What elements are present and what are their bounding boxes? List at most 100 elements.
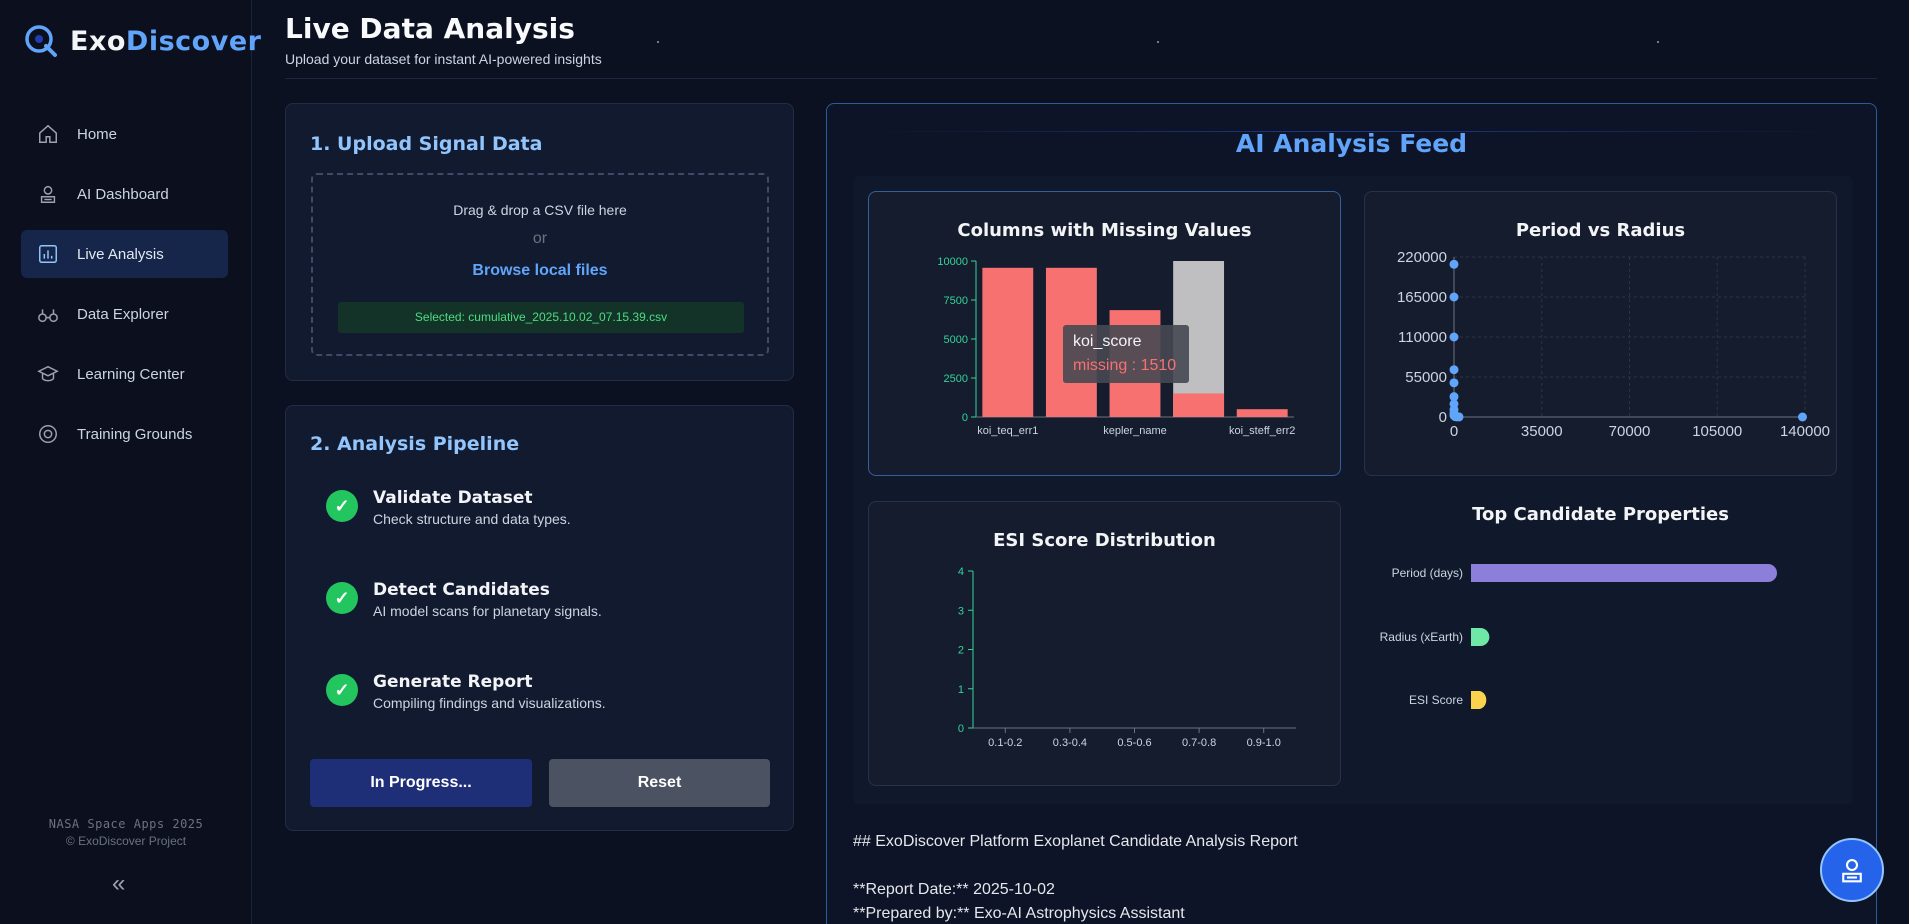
scatter-point: [1797, 412, 1807, 422]
dropzone-instruction: Drag & drop a CSV file here: [453, 202, 627, 218]
browse-files-link[interactable]: Browse local files: [313, 262, 767, 280]
scatter-point: [1449, 292, 1459, 302]
pipeline-title: 2. Analysis Pipeline: [310, 433, 520, 455]
chart-icon: [37, 243, 59, 265]
scatter-point: [1449, 365, 1459, 375]
x-tick-label: 0.5-0.6: [1117, 737, 1151, 749]
sidebar-item-label: Home: [77, 125, 118, 143]
brand-name: ExoDiscover: [70, 26, 261, 57]
bar-left-cap: [1471, 628, 1480, 646]
logo-icon: [25, 25, 57, 57]
x-tick-label: kepler_name: [1103, 425, 1167, 437]
bar: [1471, 564, 1777, 582]
analysis-feed-panel: AI Analysis Feed Columns with Missing Va…: [826, 103, 1877, 924]
x-tick-label: 0.9-1.0: [1247, 737, 1281, 749]
bar-left-cap: [1471, 564, 1480, 582]
bar-label: ESI Score: [1409, 693, 1463, 707]
feed-title: AI Analysis Feed: [1235, 129, 1468, 158]
in-progress-button[interactable]: In Progress...: [310, 759, 532, 807]
esi-distribution-chart-card[interactable]: ESI Score Distribution 0 1 2 3 4 0.1-0.2 0.3-0…: [868, 501, 1341, 786]
sidebar-item-label: Learning Center: [77, 365, 185, 383]
sidebar-item-label: Live Analysis: [77, 245, 164, 263]
chart-tooltip: koi_score missing : 1510: [1063, 325, 1189, 383]
esi-distribution-chart: 0 1 2 3 4 0.1-0.2 0.3-0.4 0.5-0.6 0.7-0.8 0.9-1.0: [958, 566, 1296, 749]
bar: [982, 267, 1034, 417]
sidebar-item-learning-center[interactable]: Learning Center: [21, 350, 228, 398]
assistant-icon: [1842, 858, 1862, 883]
file-dropzone[interactable]: Drag & drop a CSV file here or Browse lo…: [311, 173, 769, 356]
tooltip-value: missing : 1510: [1073, 357, 1177, 374]
reset-button[interactable]: Reset: [549, 759, 770, 807]
pipeline-card: 2. Analysis Pipeline ✓ Validate Dataset C…: [285, 405, 794, 831]
step-title: Validate Dataset: [373, 488, 533, 508]
missing-values-chart-card[interactable]: Columns with Missing Values 0 2500 5000 750…: [868, 191, 1341, 476]
y-tick-label: 0: [1439, 409, 1447, 426]
footer-event: NASA Space Apps 2025: [48, 817, 204, 831]
assistant-chat-button[interactable]: [1820, 838, 1884, 902]
scatter-point: [1449, 259, 1459, 269]
y-tick-label: 0: [958, 723, 964, 735]
checkmark-icon: ✓: [326, 490, 358, 522]
home-icon: [37, 123, 59, 145]
y-tick-label: 2: [958, 645, 964, 657]
checkmark-icon: ✓: [326, 674, 358, 706]
x-tick-label: 140000: [1780, 423, 1830, 440]
sidebar-item-training-grounds[interactable]: Training Grounds: [21, 410, 228, 458]
selected-file-badge: Selected: cumulative_2025.10.02_07.15.39…: [338, 302, 744, 333]
sidebar: ExoDiscover Home AI Dashboard Live Analy…: [0, 0, 261, 924]
y-tick-label: 110000: [1398, 329, 1447, 346]
sidebar-item-label: AI Dashboard: [77, 185, 169, 203]
analysis-report: ## ExoDiscover Platform Exoplanet Candid…: [853, 830, 1298, 924]
collapse-sidebar-icon[interactable]: «: [112, 870, 125, 898]
sidebar-nav: Home AI Dashboard Live Analysis Data Exp…: [21, 110, 228, 470]
x-tick-label: koi_steff_err2: [1229, 425, 1295, 437]
top-candidate-chart-card[interactable]: Top Candidate Properties Period (days) Ra…: [1364, 501, 1837, 786]
y-tick-label: 3: [958, 605, 964, 617]
brand-part-1: Exo: [70, 25, 126, 57]
y-tick-label: 7500: [944, 295, 968, 307]
star-dot: [1157, 41, 1159, 43]
header-divider: [285, 78, 1877, 79]
sidebar-item-live-analysis[interactable]: Live Analysis: [21, 230, 228, 278]
target-icon: [37, 423, 59, 445]
binoculars-icon: [37, 303, 59, 325]
report-author: **Prepared by:** Exo-AI Astrophysics Ass…: [853, 905, 1185, 922]
upload-card: 1. Upload Signal Data Drag & drop a CSV …: [285, 103, 794, 381]
sidebar-item-home[interactable]: Home: [21, 110, 228, 158]
bar-label: Radius (xEarth): [1380, 630, 1463, 644]
step-title: Generate Report: [373, 672, 533, 692]
app-root: ExoDiscover Home AI Dashboard Live Analy…: [0, 0, 1909, 924]
y-tick-label: 165000: [1397, 289, 1447, 306]
pipeline-step: ✓ Generate Report Compiling findings and …: [326, 672, 606, 711]
report-date: **Report Date:** 2025-10-02: [853, 881, 1055, 898]
scatter-point: [1449, 378, 1459, 388]
page-subtitle: Upload your dataset for instant AI-power…: [285, 51, 602, 67]
sidebar-item-data-explorer[interactable]: Data Explorer: [21, 290, 228, 338]
ai-dashboard-icon: [37, 183, 59, 205]
x-tick-label: 0.1-0.2: [988, 737, 1022, 749]
brand-logo[interactable]: ExoDiscover: [24, 24, 261, 58]
report-heading: ## ExoDiscover Platform Exoplanet Candid…: [853, 833, 1298, 850]
tooltip-title: koi_score: [1073, 333, 1142, 350]
star-dot: [657, 41, 659, 43]
bar-left-cap: [1471, 691, 1480, 709]
graduation-cap-icon: [37, 363, 59, 385]
sidebar-item-ai-dashboard[interactable]: AI Dashboard: [21, 170, 228, 218]
sidebar-footer: NASA Space Apps 2025 © ExoDiscover Proje…: [0, 816, 252, 850]
period-radius-chart: 0 55000 110000 165000 220000 0 35000 70000 10500…: [1397, 249, 1830, 440]
period-radius-chart-card[interactable]: Period vs Radius 0 55000 110000 165000 22000…: [1364, 191, 1837, 476]
step-description: Check structure and data types.: [373, 511, 571, 527]
x-tick-label: 0.7-0.8: [1182, 737, 1216, 749]
checkmark-icon: ✓: [326, 582, 358, 614]
y-tick-label: 220000: [1397, 249, 1447, 266]
upload-title: 1. Upload Signal Data: [310, 133, 543, 155]
report-spacer: [853, 854, 1298, 878]
sidebar-item-label: Data Explorer: [77, 305, 169, 323]
x-tick-label: 0.3-0.4: [1053, 737, 1087, 749]
y-tick-label: 1: [958, 684, 964, 696]
dropzone-or: or: [532, 230, 548, 247]
x-tick-label: 0: [1450, 423, 1458, 440]
scatter-point: [1449, 332, 1459, 342]
y-tick-label: 4: [958, 566, 964, 578]
x-tick-label: 70000: [1609, 423, 1651, 440]
